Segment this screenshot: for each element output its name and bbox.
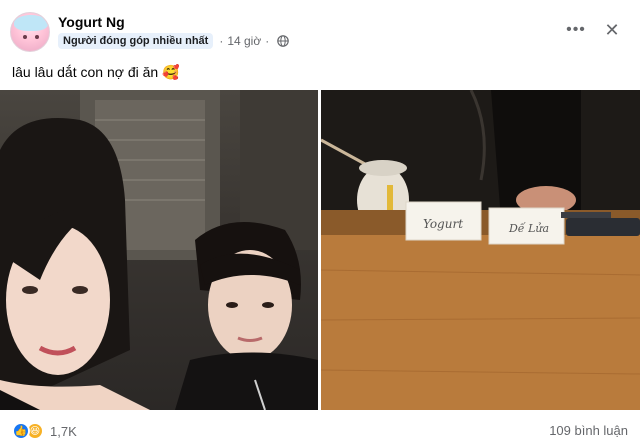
separator-dot: ·: [219, 34, 224, 48]
reactions-summary[interactable]: 👍 😆 1,7K: [12, 422, 77, 440]
globe-icon[interactable]: [277, 35, 290, 47]
restaurant-photo[interactable]: Yogurt Dế Lửa: [321, 90, 640, 410]
post-footer: 👍 😆 1,7K 109 bình luận: [0, 418, 640, 446]
photo-grid: Yogurt Dế Lửa: [0, 90, 640, 410]
more-options-button[interactable]: •••: [560, 14, 592, 46]
post-meta: Người đóng góp nhiều nhất · 14 giờ ·: [58, 32, 290, 50]
place-card-yogurt: Yogurt: [423, 217, 463, 231]
like-icon: 👍: [12, 422, 30, 440]
top-contributor-badge[interactable]: Người đóng góp nhiều nhất: [58, 33, 214, 49]
place-card-de-lua: Dế Lửa: [508, 222, 549, 235]
author-name[interactable]: Yogurt Ng: [58, 14, 125, 30]
separator-dot: ·: [265, 34, 270, 48]
reaction-count[interactable]: 1,7K: [50, 424, 77, 439]
selfie-photo[interactable]: [0, 90, 318, 410]
comment-count[interactable]: 109 bình luận: [549, 423, 628, 438]
close-icon[interactable]: ✕: [596, 14, 628, 46]
author-avatar[interactable]: [10, 12, 50, 52]
post-time[interactable]: 14 giờ: [227, 34, 261, 48]
post-text: lâu lâu dắt con nợ đi ăn 🥰: [12, 64, 180, 80]
post-header: Yogurt Ng Người đóng góp nhiều nhất · 14…: [0, 0, 640, 60]
